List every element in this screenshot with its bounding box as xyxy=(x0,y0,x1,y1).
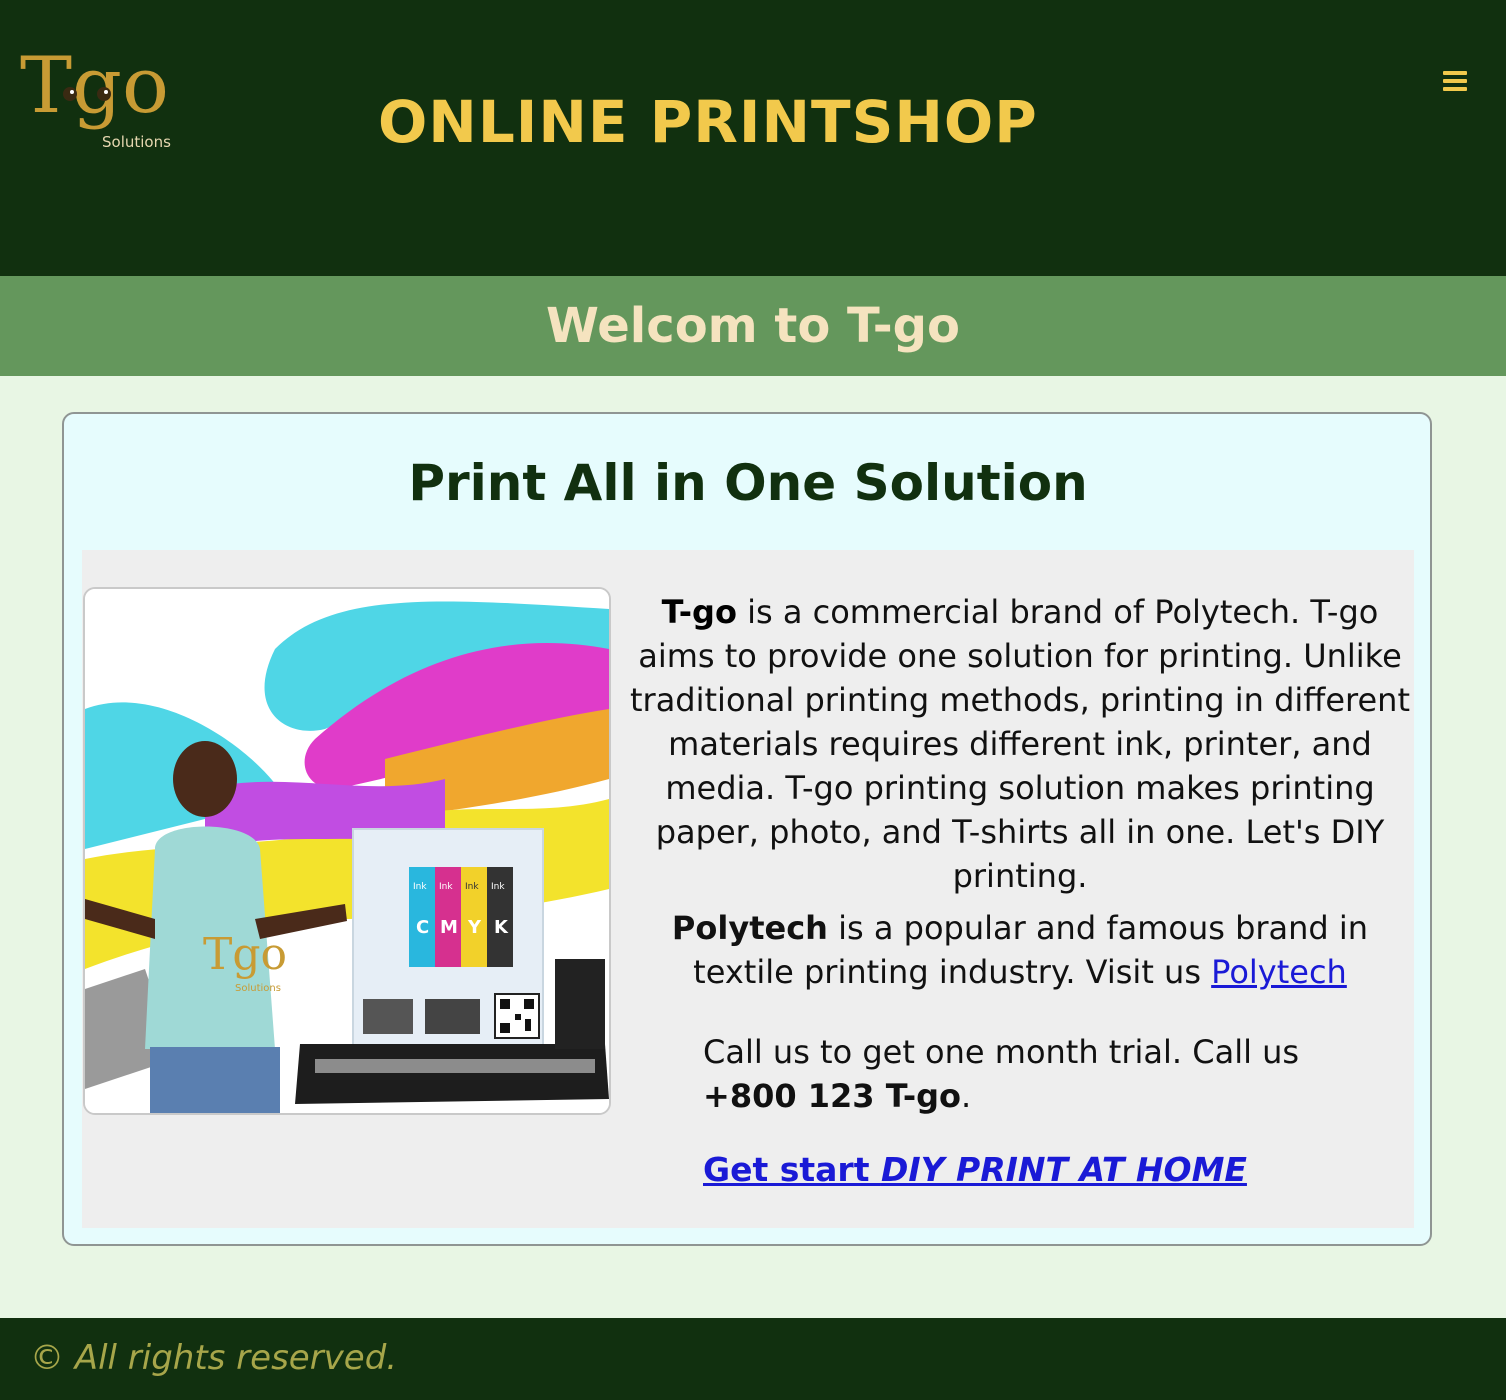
about-paragraph: T-go is a commercial brand of Polytech. … xyxy=(628,590,1412,898)
cta-prefix: Get start xyxy=(703,1150,881,1189)
ink-label-y: Ink xyxy=(465,882,479,892)
call-suffix: . xyxy=(960,1077,972,1115)
call-text: Call us to get one month trial. Call us xyxy=(703,1033,1300,1071)
hero-illustration: Tgo Solutions C M Y K Ink Ink Ink Ink xyxy=(85,589,609,1113)
site-title: ONLINE PRINTSHOP xyxy=(378,88,1038,156)
get-start-link[interactable]: Get start DIY PRINT AT HOME xyxy=(703,1150,1247,1189)
polytech-paragraph: Polytech is a popular and famous brand i… xyxy=(628,906,1412,994)
copyright-text: © All rights reserved. xyxy=(30,1338,398,1378)
site-header: Tgo Solutions ONLINE PRINTSHOP xyxy=(0,0,1506,276)
polytech-brand: Polytech xyxy=(671,909,828,947)
shirt-logo-subtext: Solutions xyxy=(235,983,281,994)
cta-emphasis: DIY PRINT AT HOME xyxy=(880,1150,1247,1189)
ink-letter-m: M xyxy=(440,917,458,938)
ink-letter-y: Y xyxy=(467,917,482,938)
polytech-link[interactable]: Polytech xyxy=(1211,953,1347,991)
ink-label-m: Ink xyxy=(439,882,453,892)
logo-subtext: Solutions xyxy=(102,133,171,151)
ink-letter-c: C xyxy=(416,917,429,938)
ink-label-k: Ink xyxy=(491,882,505,892)
ink-label-c: Ink xyxy=(413,882,427,892)
site-footer: © All rights reserved. xyxy=(0,1318,1506,1400)
welcome-heading: Welcom to T-go xyxy=(546,298,960,354)
call-paragraph: Call us to get one month trial. Call us … xyxy=(703,1030,1343,1118)
shirt-logo-text: Tgo xyxy=(203,929,287,980)
card-title: Print All in One Solution xyxy=(408,454,1088,512)
tgo-logo[interactable]: Tgo Solutions xyxy=(18,40,178,160)
phone-number: +800 123 T-go xyxy=(703,1077,961,1115)
ink-letter-k: K xyxy=(494,917,509,938)
about-text: is a commercial brand of Polytech. T-go … xyxy=(629,593,1410,895)
hamburger-menu-icon[interactable] xyxy=(1441,68,1469,94)
hero-image: Tgo Solutions C M Y K Ink Ink Ink Ink xyxy=(83,587,611,1115)
logo-text: Tgo xyxy=(20,41,169,131)
welcome-banner: Welcom to T-go xyxy=(0,276,1506,376)
about-brand: T-go xyxy=(661,593,737,631)
